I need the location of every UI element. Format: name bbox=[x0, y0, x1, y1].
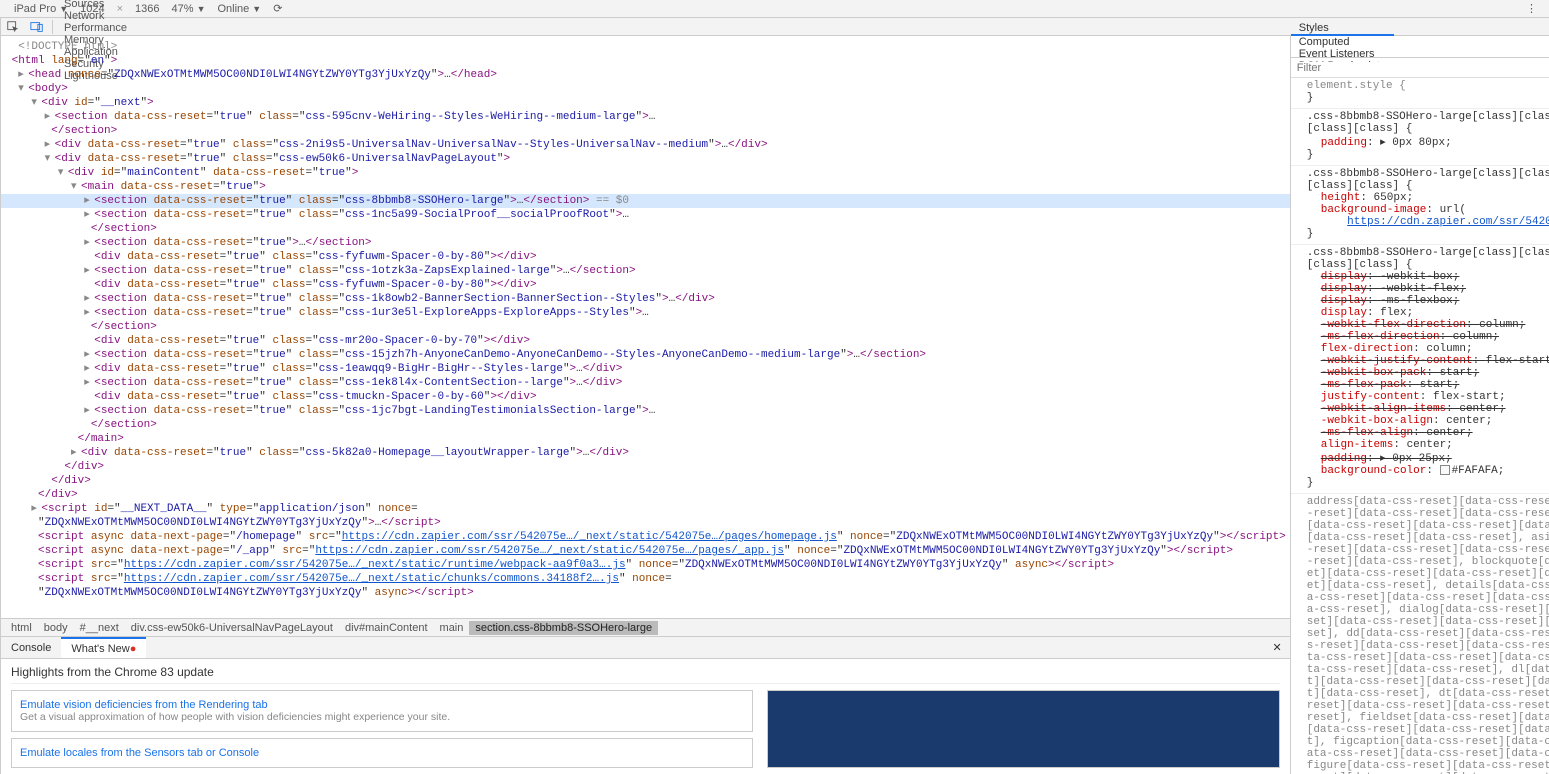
zoom-select[interactable]: 47% ▼ bbox=[166, 3, 212, 15]
styles-panel: StylesComputedEvent ListenersDOM Breakpo… bbox=[1291, 36, 1549, 774]
devtools-tab-sources[interactable]: Sources bbox=[56, 0, 135, 10]
throttle-select[interactable]: Online ▼ bbox=[211, 3, 267, 15]
crumb[interactable]: div#mainContent bbox=[339, 621, 434, 635]
dom-tree[interactable]: <!DOCTYPE html> <html lang="en"> ▸<head … bbox=[1, 36, 1290, 618]
crumb[interactable]: html bbox=[5, 621, 38, 635]
whatsnew-heading: Highlights from the Chrome 83 update bbox=[11, 665, 1280, 684]
whatsnew-item[interactable]: Emulate locales from the Sensors tab or … bbox=[11, 738, 753, 768]
rotate-icon[interactable]: ⟳ bbox=[267, 2, 288, 15]
styles-tab-styles[interactable]: Styles bbox=[1291, 22, 1394, 36]
device-menu-icon[interactable]: ⋮ bbox=[1526, 2, 1541, 15]
styles-filter-input[interactable] bbox=[1291, 62, 1549, 74]
whatsnew-image bbox=[767, 690, 1280, 768]
drawer-tab-whatsnew[interactable]: What's New ● bbox=[61, 637, 146, 658]
drawer: Console What's New ● ✕ Highlights from t… bbox=[1, 636, 1290, 774]
devtools-tab-network[interactable]: Network bbox=[56, 10, 135, 22]
crumb[interactable]: div.css-ew50k6-UniversalNavPageLayout bbox=[125, 621, 339, 635]
whatsnew-item[interactable]: Emulate vision deficiencies from the Ren… bbox=[11, 690, 753, 732]
crumb[interactable]: main bbox=[434, 621, 470, 635]
crumb[interactable]: #__next bbox=[74, 621, 125, 635]
breadcrumb[interactable]: htmlbody#__nextdiv.css-ew50k6-UniversalN… bbox=[1, 618, 1290, 636]
styles-tab-computed[interactable]: Computed bbox=[1291, 36, 1394, 48]
close-drawer-icon[interactable]: ✕ bbox=[1265, 641, 1290, 654]
crumb[interactable]: body bbox=[38, 621, 74, 635]
drawer-tab-console[interactable]: Console bbox=[1, 637, 61, 658]
device-toolbar: iPad Pro ▼ 1024 × 1366 47% ▼ Online ▼ ⟳ … bbox=[0, 0, 1549, 18]
device-mode-icon[interactable] bbox=[25, 18, 49, 35]
devtools-tab-performance[interactable]: Performance bbox=[56, 22, 135, 34]
crumb[interactable]: section.css-8bbmb8-SSOHero-large bbox=[469, 621, 658, 635]
inspect-icon[interactable] bbox=[1, 18, 25, 35]
device-viewport: We're hiring — work remotely zapier Why … bbox=[0, 18, 1, 774]
